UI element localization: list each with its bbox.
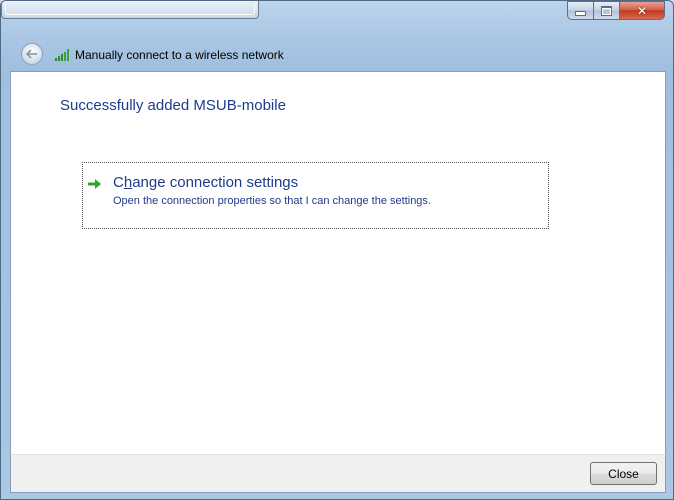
option-description: Open the connection properties so that I… bbox=[113, 195, 431, 207]
back-button[interactable] bbox=[21, 43, 43, 65]
maximize-icon bbox=[601, 5, 612, 16]
button-bar: Close bbox=[10, 454, 666, 493]
dialog-title: Manually connect to a wireless network bbox=[75, 48, 284, 62]
back-arrow-icon bbox=[26, 49, 37, 59]
accelerator-key: h bbox=[123, 174, 133, 191]
green-arrow-icon bbox=[88, 179, 101, 189]
close-window-button[interactable]: ✕ bbox=[619, 1, 665, 20]
navigation-bar: Manually connect to a wireless network bbox=[1, 39, 673, 69]
option-title: Change connection settings bbox=[113, 174, 298, 191]
option-title-start: C bbox=[113, 174, 124, 191]
option-title-rest: ange connection settings bbox=[132, 174, 299, 191]
wireless-dialog-window: ✕ Manually connect to a wireless network… bbox=[0, 0, 674, 500]
wireless-signal-icon bbox=[55, 49, 69, 61]
close-button[interactable]: Close bbox=[590, 462, 657, 485]
content-panel: Successfully added MSUB-mobile Change co… bbox=[10, 71, 666, 454]
close-icon: ✕ bbox=[636, 3, 648, 18]
minimize-button[interactable] bbox=[567, 1, 593, 20]
change-connection-settings-link[interactable]: Change connection settings Open the conn… bbox=[82, 162, 549, 229]
title-bar[interactable]: ✕ bbox=[1, 1, 673, 25]
maximize-button[interactable] bbox=[593, 1, 619, 20]
page-heading: Successfully added MSUB-mobile bbox=[60, 97, 286, 114]
caption-buttons: ✕ bbox=[567, 1, 665, 20]
minimize-icon bbox=[575, 11, 586, 16]
